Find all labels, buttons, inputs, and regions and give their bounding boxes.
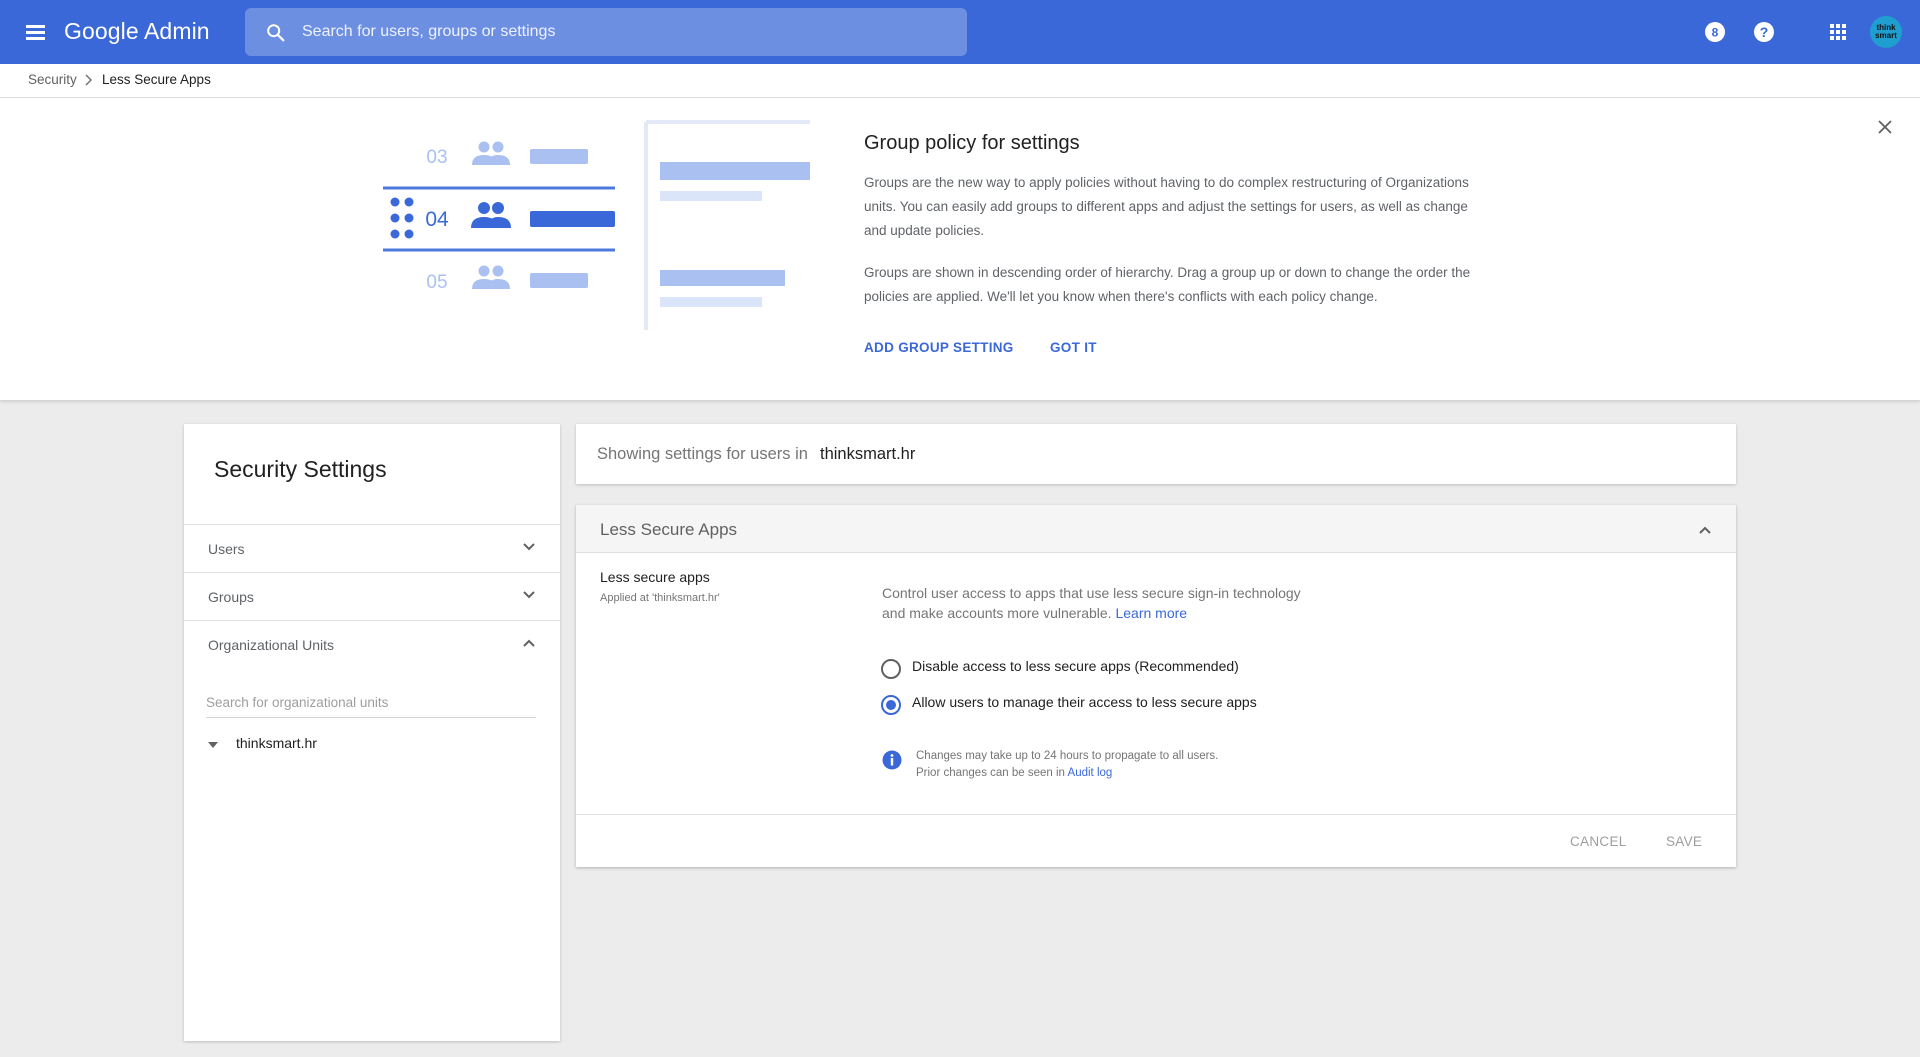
info-icon — [882, 750, 902, 770]
banner-paragraph-2: Groups are shown in descending order of … — [864, 265, 1471, 304]
info-line-1: Changes may take up to 24 hours to propa… — [916, 750, 1219, 762]
sidebar-section-organizational-units[interactable]: Organizational Units — [184, 620, 560, 668]
search-placeholder: Search for users, groups or settings — [302, 23, 556, 40]
top-app-bar: Google Admin Search for users, groups or… — [0, 0, 1920, 64]
caret-down-icon[interactable] — [208, 742, 218, 748]
setting-description-text: Control user access to apps that use les… — [882, 585, 1301, 621]
notification-count: 8 — [1712, 26, 1719, 40]
setting-applied-at: Applied at 'thinksmart.hr' — [600, 592, 720, 604]
radio-disable-access-label[interactable]: Disable access to less secure apps (Reco… — [912, 658, 1239, 674]
showing-org-name: thinksmart.hr — [820, 445, 916, 463]
cancel-button[interactable]: CANCEL — [1570, 834, 1627, 849]
banner-title: Group policy for settings — [864, 132, 1080, 154]
card-footer: CANCEL SAVE — [576, 814, 1736, 867]
svg-text:05: 05 — [426, 272, 447, 293]
save-button[interactable]: SAVE — [1666, 834, 1702, 849]
group-policy-banner: 03 04 05 Group policy for settings Group… — [0, 98, 1920, 400]
svg-text:03: 03 — [426, 147, 447, 168]
sidebar-section-users[interactable]: Users — [184, 524, 560, 572]
breadcrumb-current: Less Secure Apps — [102, 72, 211, 87]
info-line-2: Prior changes can be seen in Audit log — [916, 765, 1218, 782]
people-icon — [471, 202, 511, 228]
notifications-icon[interactable]: 8 — [1703, 20, 1727, 44]
got-it-button[interactable]: GOT IT — [1050, 340, 1097, 355]
search-icon — [267, 24, 285, 42]
setting-name: Less secure apps — [600, 569, 710, 585]
security-settings-sidebar: Security Settings Users Groups Organizat… — [184, 424, 560, 1041]
card-title: Less Secure Apps — [600, 520, 738, 539]
sidebar-title: Security Settings — [214, 456, 387, 482]
audit-log-link[interactable]: Audit log — [1068, 767, 1113, 779]
chevron-up-icon — [523, 639, 535, 647]
people-icon — [472, 265, 510, 289]
chevron-down-icon — [523, 543, 535, 551]
radio-allow-users-manage-label[interactable]: Allow users to manage their access to le… — [912, 694, 1257, 710]
group-hierarchy-illustration: 03 04 05 — [383, 120, 810, 330]
sidebar-section-groups[interactable]: Groups — [184, 572, 560, 620]
search-input[interactable]: Search for users, groups or settings — [245, 8, 967, 56]
sidebar-section-label: Organizational Units — [208, 637, 335, 653]
radio-allow-users-manage[interactable] — [881, 695, 901, 715]
banner-paragraph-1: Groups are the new way to apply policies… — [864, 175, 1469, 238]
ou-search-placeholder: Search for organizational units — [206, 695, 389, 710]
sidebar-section-label: Users — [208, 541, 245, 557]
breadcrumb: Security Less Secure Apps — [0, 64, 1920, 98]
avatar[interactable]: think smart — [1870, 16, 1902, 48]
menu-icon[interactable] — [22, 20, 50, 44]
apps-grid-icon[interactable] — [1826, 20, 1850, 44]
sidebar-section-label: Groups — [208, 589, 254, 605]
drag-handle-icon — [390, 197, 414, 239]
add-group-setting-button[interactable]: ADD GROUP SETTING — [864, 340, 1014, 355]
learn-more-link[interactable]: Learn more — [1115, 605, 1187, 621]
breadcrumb-security-link[interactable]: Security — [28, 72, 77, 87]
showing-prefix: Showing settings for users in — [597, 445, 808, 463]
showing-settings-header: Showing settings for users in thinksmart… — [576, 424, 1736, 484]
chevron-right-icon — [85, 74, 93, 86]
app-title[interactable]: Google Admin — [64, 18, 210, 45]
card-header[interactable]: Less Secure Apps — [576, 505, 1736, 553]
close-icon[interactable] — [1876, 118, 1894, 136]
ou-search-input[interactable]: Search for organizational units — [206, 688, 536, 718]
help-icon[interactable]: ? — [1752, 20, 1776, 44]
chevron-down-icon — [523, 591, 535, 599]
info-line-2-prefix: Prior changes can be seen in — [916, 767, 1065, 779]
svg-text:?: ? — [1760, 24, 1769, 40]
setting-description: Control user access to apps that use les… — [882, 583, 1302, 623]
svg-text:04: 04 — [425, 208, 449, 231]
chevron-up-icon[interactable] — [1698, 525, 1712, 535]
radio-disable-access[interactable] — [881, 659, 901, 679]
people-icon — [472, 141, 510, 165]
ou-tree-item[interactable]: thinksmart.hr — [236, 735, 317, 751]
propagation-info: Changes may take up to 24 hours to propa… — [916, 748, 1218, 782]
less-secure-apps-card: Less Secure Apps Less secure apps Applie… — [576, 505, 1736, 867]
